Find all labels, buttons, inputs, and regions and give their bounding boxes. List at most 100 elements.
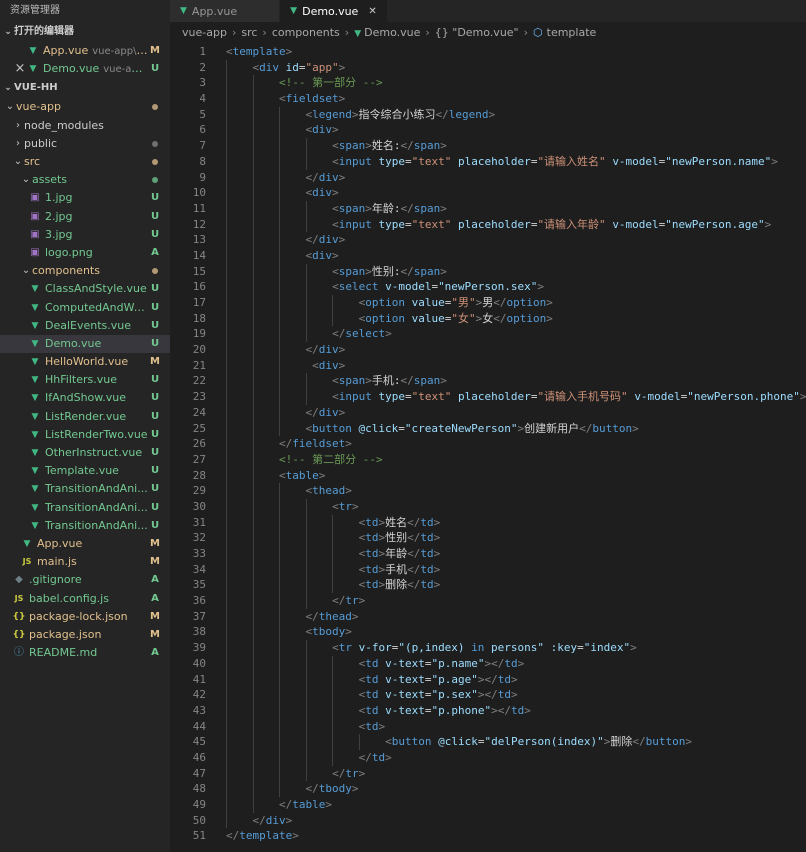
tab-demo-vue[interactable]: ▼ Demo.vue ✕ [280, 0, 388, 22]
indent-guide [305, 138, 307, 154]
line-number: 28 [192, 468, 206, 482]
code-token: </ [632, 735, 646, 749]
file-tree-item[interactable]: ▼ TransitionAndAni... U [0, 480, 170, 498]
code-token: > [358, 766, 366, 780]
file-tree-item[interactable]: JS babel.config.js A [0, 589, 170, 607]
file-tree-item[interactable]: › node_modules [0, 117, 170, 135]
file-tree-item[interactable]: ▼ ClassAndStyle.vue U [0, 280, 170, 298]
tab-app-vue[interactable]: ▼ App.vue [170, 0, 281, 22]
code-line: <span>姓名:</span> [226, 138, 806, 154]
code-token: 姓名 [385, 515, 408, 529]
file-tree-item[interactable]: ▣ 3.jpg U [0, 226, 170, 244]
file-tree-item[interactable]: ▼ HelloWorld.vue M [0, 353, 170, 371]
code-token: v-text [385, 656, 425, 670]
code-token: > [799, 390, 806, 404]
file-tree-item[interactable]: › public [0, 135, 170, 153]
code-area[interactable]: <template> <div id="app"> <!-- 第一部分 --> <fi… [226, 44, 806, 844]
code-line: <!-- 第一部分 --> [226, 75, 806, 92]
open-editor-item[interactable]: ×▼ Demo.vuevue-app\...U [0, 60, 170, 78]
line-number: 43 [192, 703, 206, 717]
file-tree-item[interactable]: ▼ OtherInstruct.vue U [0, 444, 170, 462]
breadcrumb-item[interactable]: vue-app [182, 26, 227, 39]
code-token: </ [332, 766, 346, 780]
file-name: Template.vue [45, 464, 119, 478]
open-editors-list: ▼ App.vuevue-app\srcM ×▼ Demo.vuevue-app\..… [0, 42, 170, 78]
indent-guide [252, 640, 254, 656]
code-token: div [318, 170, 339, 184]
code-editor[interactable]: 1 2 3 4 5 6 7 8 9 10 11 12 13 14 15 16 17 18 19 20 21 22 23 24 2… [170, 44, 806, 852]
file-tree-item[interactable]: ▼ Template.vue U [0, 462, 170, 480]
indent-guide [226, 216, 227, 233]
code-token: td [420, 531, 434, 545]
code-token: < [312, 358, 319, 372]
file-tree-item[interactable]: ▼ App.vue M [0, 535, 170, 553]
indent-guide [252, 404, 254, 421]
file-tree-item[interactable]: ▼ ListRenderTwo.vue U [0, 426, 170, 444]
chevron-right-icon: › [16, 119, 20, 131]
code-line: <span>手机:</span> [226, 373, 806, 390]
breadcrumb-item[interactable]: {} "Demo.vue" [435, 26, 519, 39]
file-tree-item[interactable]: ▼ ListRender.vue U [0, 408, 170, 426]
code-token: > [524, 703, 531, 717]
close-tab-icon[interactable]: ✕ [368, 6, 376, 17]
line-number: 6 [199, 123, 206, 137]
file-tree-item[interactable]: ▣ 1.jpg U [0, 189, 170, 207]
code-token: v-for [358, 641, 392, 655]
file-tree-item[interactable]: ▼ DealEvents.vue U [0, 317, 170, 335]
code-token: input [338, 217, 372, 231]
code-token: "p.sex" [431, 688, 478, 702]
file-tree-item[interactable]: ⌄ assets [0, 171, 170, 189]
file-tree-item[interactable]: ⌄ src [0, 153, 170, 171]
file-tree-item[interactable]: ▼ TransitionAndAni... U [0, 499, 170, 517]
code-token: button [312, 421, 352, 435]
file-tree-item[interactable]: ⌄ vue-app [0, 98, 170, 116]
code-token: v-model [634, 390, 681, 404]
file-tree-item[interactable]: ▼ ComputedAndWat... U [0, 298, 170, 316]
file-tree-item[interactable]: ⌄ components [0, 262, 170, 280]
open-editor-item[interactable]: ▼ App.vue vue-app\src M [0, 42, 170, 60]
code-line: <td v-text="p.sex"></td> [226, 687, 806, 703]
file-tree-item[interactable]: ▣ logo.png A [0, 244, 170, 262]
file-tree-item[interactable]: {} package.json M [0, 626, 170, 644]
line-number: 46 [192, 750, 206, 764]
indent-guide [252, 216, 254, 233]
indent-guide [332, 530, 334, 546]
file-tree-item[interactable]: ▣ 2.jpg U [0, 208, 170, 226]
file-tree-item[interactable]: ▼ HhFilters.vue U [0, 371, 170, 389]
file-tree-item[interactable]: ▼ IfAndShow.vue U [0, 389, 170, 407]
file-tree-item[interactable]: ▼ TransitionAndAni... U [0, 517, 170, 535]
indent-guide [252, 514, 254, 531]
indent-guide [332, 295, 334, 311]
close-icon[interactable]: × [14, 60, 26, 78]
code-token: "p.age" [431, 672, 478, 686]
code-token: placeholder [457, 217, 531, 231]
file-tree: ⌄ vue-app › node_modules › public ⌄ src ⌄ assets ▣… [0, 98, 170, 662]
breadcrumb-item[interactable]: components [272, 26, 340, 39]
code-token: div [259, 60, 280, 74]
code-token: value [411, 296, 445, 309]
chevron-down-icon: ⌄ [21, 174, 31, 186]
code-token: td [510, 703, 525, 717]
file-tree-item[interactable]: {} package-lock.json M [0, 608, 170, 626]
indent-guide [226, 232, 227, 248]
code-token: div [312, 186, 333, 200]
breadcrumb-item[interactable]: src [241, 26, 257, 39]
indent-guide [252, 451, 254, 468]
breadcrumb-item[interactable]: Demo.vue [364, 26, 420, 39]
git-status-badge: U [150, 319, 160, 331]
indent-guide [279, 232, 281, 248]
file-tree-item[interactable]: ▼ Demo.vue U [0, 334, 170, 353]
project-header[interactable]: ⌄ VUE-HH [0, 78, 170, 98]
git-status-badge: U [150, 228, 160, 240]
indent-guide [279, 655, 281, 672]
file-tree-item[interactable]: ⓘ README.md A [0, 644, 170, 662]
code-line: </fieldset> [226, 436, 806, 452]
code-line: </tr> [226, 593, 806, 609]
file-tree-item[interactable]: JS main.js M [0, 553, 170, 571]
file-name: IfAndShow.vue [45, 391, 127, 405]
open-editors-header[interactable]: ⌄ 打开的编辑器 [0, 22, 170, 42]
file-tree-item[interactable]: ◆ .gitignore A [0, 571, 170, 589]
breadcrumb-item[interactable]: template [547, 26, 597, 39]
code-token: template [239, 829, 293, 843]
